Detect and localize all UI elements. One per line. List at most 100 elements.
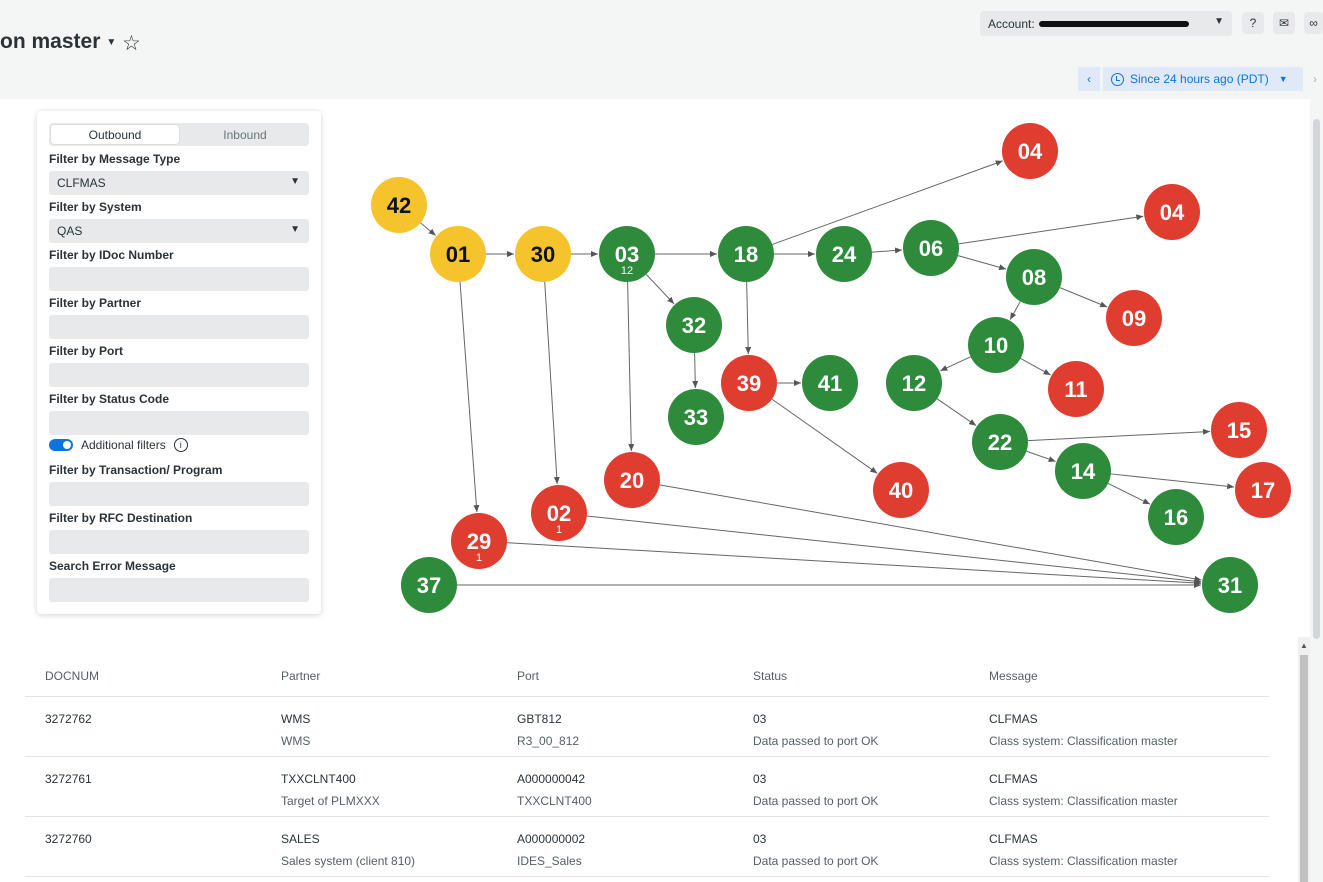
- partner-input[interactable]: [49, 315, 309, 339]
- port-desc-cell: R3_00_812: [517, 734, 580, 748]
- graph-edge: [459, 281, 480, 513]
- column-header-port[interactable]: Port: [497, 669, 733, 683]
- graph-node[interactable]: 14: [1055, 443, 1111, 499]
- partner-desc-cell: Sales system (client 810): [281, 854, 416, 868]
- graph-node[interactable]: 30: [515, 226, 571, 282]
- message-type-select[interactable]: CLFMAS ▼: [49, 171, 309, 195]
- tab-outbound[interactable]: Outbound: [51, 125, 179, 144]
- graph-node[interactable]: 33: [668, 389, 724, 445]
- graph-node[interactable]: 0312: [599, 226, 655, 282]
- partner-desc-cell: Target of PLMXXX: [281, 794, 380, 808]
- graph-node-label: 20: [620, 468, 644, 493]
- transaction-input[interactable]: [49, 482, 309, 506]
- table-scrollbar[interactable]: ▲: [1298, 637, 1310, 882]
- graph-edge: [940, 356, 971, 372]
- graph-node[interactable]: 08: [1006, 249, 1062, 305]
- page-scrollbar[interactable]: [1310, 99, 1323, 882]
- graph-node-label: 15: [1227, 418, 1251, 443]
- graph-edge: [871, 247, 903, 254]
- additional-filters-label: Additional filters: [81, 438, 166, 452]
- graph-node[interactable]: 24: [816, 226, 872, 282]
- graph-node[interactable]: 06: [903, 220, 959, 276]
- graph-node[interactable]: 11: [1048, 361, 1104, 417]
- graph-edge: [1059, 287, 1108, 308]
- graph-node[interactable]: 42: [371, 177, 427, 233]
- graph-node-label: 12: [902, 371, 926, 396]
- graph-edge: [645, 274, 675, 305]
- idoc-number-input[interactable]: [49, 267, 309, 291]
- graph-node[interactable]: 15: [1211, 402, 1267, 458]
- graph-node-label: 29: [467, 529, 491, 554]
- scrollbar-thumb[interactable]: [1300, 655, 1308, 882]
- graph-node-label: 02: [547, 501, 571, 526]
- tab-inbound[interactable]: Inbound: [181, 123, 309, 146]
- graph-node[interactable]: 291: [451, 513, 507, 569]
- graph-node[interactable]: 12: [886, 355, 942, 411]
- graph-node[interactable]: 10: [968, 317, 1024, 373]
- graph-node[interactable]: 40: [873, 462, 929, 518]
- graph-node-label: 33: [684, 405, 708, 430]
- info-icon[interactable]: i: [173, 438, 188, 452]
- message-cell: CLFMAS: [989, 712, 1038, 726]
- chevron-down-icon: ▼: [290, 176, 300, 187]
- table-row[interactable]: 3272761 TXXCLNT400 Target of PLMXXX A0000…: [25, 757, 1269, 817]
- table-row[interactable]: 3272762 WMS WMS GBT812 R3_00_812 03 Data pa…: [25, 697, 1269, 757]
- graph-node-label: 18: [734, 242, 758, 267]
- port-input[interactable]: [49, 363, 309, 387]
- error-message-input[interactable]: [49, 578, 309, 602]
- status-desc-cell: Data passed to port OK: [753, 734, 879, 748]
- graph-edge: [745, 281, 752, 355]
- status-code-input[interactable]: [49, 411, 309, 435]
- graph-node-count: 12: [621, 265, 633, 277]
- graph-node[interactable]: 20: [604, 452, 660, 508]
- graph-node[interactable]: 01: [430, 226, 486, 282]
- graph-node-count: 1: [556, 524, 562, 536]
- graph-node[interactable]: 09: [1106, 290, 1162, 346]
- graph-node[interactable]: 37: [401, 557, 457, 613]
- additional-filters-toggle[interactable]: [49, 439, 73, 451]
- column-header-docnum[interactable]: DOCNUM: [25, 669, 261, 683]
- graph-node-label: 09: [1122, 306, 1146, 331]
- graph-node[interactable]: 17: [1235, 462, 1291, 518]
- column-header-message[interactable]: Message: [969, 669, 1205, 683]
- graph-node-label: 42: [387, 193, 411, 218]
- port-cell: A000000002: [517, 832, 586, 846]
- graph-edge: [506, 542, 1202, 586]
- graph-node[interactable]: 22: [972, 414, 1028, 470]
- chevron-down-icon: ▼: [290, 224, 300, 235]
- message-desc-cell: Class system: Classification master: [989, 854, 1178, 868]
- graph-node[interactable]: 18: [718, 226, 774, 282]
- table-row[interactable]: 3272760 SALES Sales system (client 810) A…: [25, 817, 1269, 877]
- graph-node[interactable]: 32: [666, 297, 722, 353]
- scrollbar-thumb[interactable]: [1313, 119, 1320, 639]
- column-header-partner[interactable]: Partner: [261, 669, 497, 683]
- graph-node-label: 16: [1164, 505, 1188, 530]
- graph-node[interactable]: 31: [1202, 557, 1258, 613]
- status-desc-cell: Data passed to port OK: [753, 794, 879, 808]
- rfc-destination-input[interactable]: [49, 530, 309, 554]
- status-cell: 03: [753, 772, 767, 786]
- graph-node[interactable]: 39: [721, 355, 777, 411]
- graph-node-label: 37: [417, 573, 441, 598]
- graph-node-label: 04: [1018, 139, 1043, 164]
- direction-toggle[interactable]: Outbound Inbound: [49, 123, 309, 146]
- status-code-label: Filter by Status Code: [49, 392, 170, 406]
- graph-node-label: 41: [818, 371, 842, 396]
- graph-node[interactable]: 41: [802, 355, 858, 411]
- graph-node-label: 14: [1071, 459, 1096, 484]
- graph-node[interactable]: 16: [1148, 489, 1204, 545]
- column-header-status[interactable]: Status: [733, 669, 969, 683]
- graph-edge: [544, 281, 560, 485]
- graph-node[interactable]: 04: [1144, 184, 1200, 240]
- graph-node[interactable]: 04: [1002, 123, 1058, 179]
- graph-edge: [692, 352, 699, 389]
- graph-node-label: 32: [682, 313, 706, 338]
- scroll-up-icon[interactable]: ▲: [1300, 641, 1308, 650]
- port-cell: A000000042: [517, 772, 586, 786]
- graph-node[interactable]: 021: [531, 485, 587, 541]
- filter-panel: Outbound Inbound Filter by Message Type …: [37, 111, 321, 614]
- graph-node-label: 17: [1251, 478, 1275, 503]
- status-cell: 03: [753, 712, 767, 726]
- graph-node-label: 22: [988, 430, 1012, 455]
- system-select[interactable]: QAS ▼: [49, 219, 309, 243]
